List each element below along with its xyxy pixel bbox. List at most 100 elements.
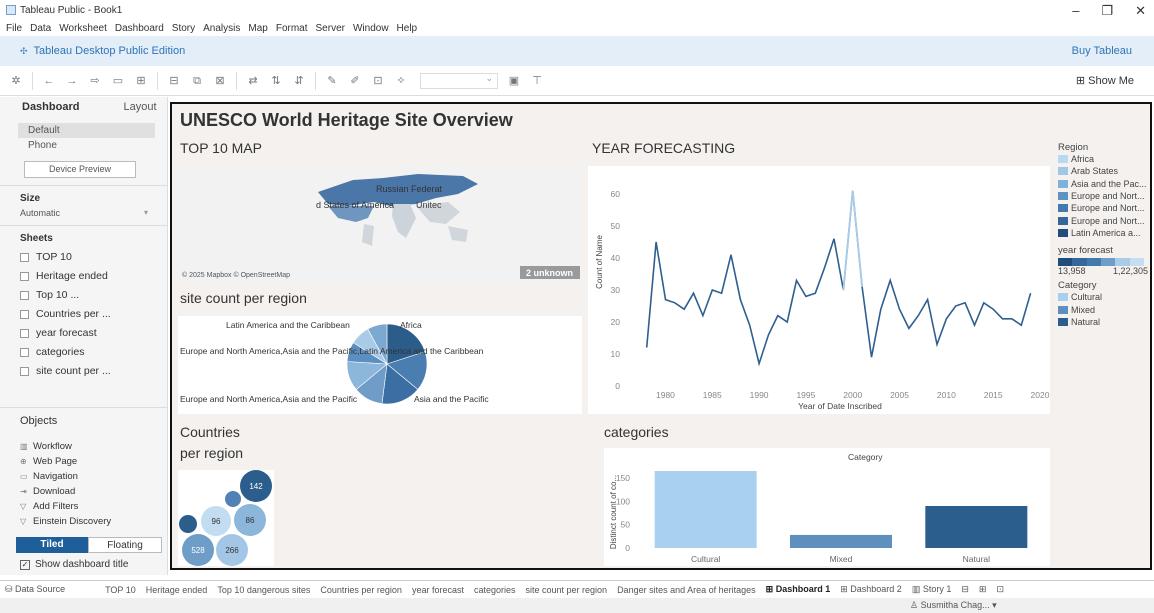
object-web-page[interactable]: ⊕ Web Page	[0, 454, 167, 469]
line-segment-highlight[interactable]	[842, 190, 863, 291]
forward-icon[interactable]: →	[65, 74, 79, 88]
legend-item[interactable]: Arab States	[1058, 165, 1150, 177]
sheet-item[interactable]: categories	[0, 343, 167, 362]
menu-data[interactable]: Data	[30, 23, 51, 34]
minimize-icon[interactable]: –	[1072, 3, 1079, 19]
menu-analysis[interactable]: Analysis	[203, 23, 240, 34]
story-tab[interactable]: ▥ Story 1	[907, 584, 957, 595]
user-menu[interactable]: ♙ Susmitha Chag... ▾	[910, 600, 997, 611]
legend-item[interactable]: Europe and Nort...	[1058, 214, 1150, 226]
sort-ascending-icon[interactable]: ⇅	[269, 74, 283, 88]
duplicate-icon[interactable]: ⧉	[190, 74, 204, 88]
sheet-tab[interactable]: year forecast	[407, 585, 469, 595]
new-sheet-icon[interactable]: ⊞	[134, 74, 148, 88]
pie-label: Africa	[400, 320, 422, 330]
menu-help[interactable]: Help	[397, 23, 418, 34]
dashboard-tab[interactable]: ⊞ Dashboard 2	[835, 584, 907, 595]
legend-item[interactable]: Latin America a...	[1058, 227, 1150, 239]
legend-item[interactable]: Natural	[1058, 316, 1150, 328]
sheet-tab[interactable]: Countries per region	[315, 585, 407, 595]
floating-button[interactable]: Floating	[88, 537, 162, 553]
pie-chart: Latin America and the Caribbean Africa E…	[180, 320, 489, 405]
sheet-tab[interactable]: Heritage ended	[141, 585, 213, 595]
sheet-item[interactable]: Countries per ...	[0, 305, 167, 324]
map-canvas: Russian Federat d States of America Unit…	[182, 174, 580, 279]
menu-server[interactable]: Server	[316, 23, 345, 34]
legend-swatch	[1058, 204, 1068, 213]
show-cards-icon[interactable]: ▣	[507, 74, 521, 88]
show-title-checkbox[interactable]: ✓	[20, 559, 30, 570]
menu-story[interactable]: Story	[172, 23, 195, 34]
object-download[interactable]: ⇥ Download	[0, 484, 167, 499]
bubble-label: 528	[191, 546, 205, 555]
dashboard-tab-active[interactable]: ⊞ Dashboard 1	[760, 584, 836, 595]
menu-window[interactable]: Window	[353, 23, 389, 34]
bubble[interactable]	[179, 515, 197, 533]
legend-item[interactable]: Asia and the Pac...	[1058, 178, 1150, 190]
group-icon[interactable]: ✐	[348, 74, 362, 88]
forecast-max: 1,22,305	[1112, 266, 1148, 277]
highlight-icon[interactable]: ✎	[325, 74, 339, 88]
buy-tableau-link[interactable]: Buy Tableau	[1072, 45, 1132, 57]
new-worksheet-tab-icon[interactable]: ⊟	[956, 584, 974, 595]
device-default[interactable]: Default	[18, 123, 155, 138]
object-add-filters[interactable]: ▽ Add Filters	[0, 499, 167, 514]
menu-format[interactable]: Format	[276, 23, 308, 34]
sheet-tab[interactable]: site count per region	[521, 585, 613, 595]
bubble[interactable]	[225, 491, 241, 507]
data-source-tab[interactable]: ⛁ Data Source	[0, 584, 70, 595]
device-phone[interactable]: Phone	[18, 138, 155, 153]
legend-item[interactable]: Africa	[1058, 153, 1150, 165]
presentation-icon[interactable]: ⊤	[530, 74, 544, 88]
sheet-item[interactable]: year forecast	[0, 324, 167, 343]
clear-sheet-icon[interactable]: ⊠	[213, 74, 227, 88]
fit-dropdown[interactable]	[420, 72, 498, 89]
labels-icon[interactable]: ⊡	[371, 74, 385, 88]
menu-worksheet[interactable]: Worksheet	[59, 23, 107, 34]
sheet-tab[interactable]: Top 10 dangerous sites	[212, 585, 315, 595]
device-preview-button[interactable]: Device Preview	[24, 161, 136, 178]
sheet-icon	[20, 291, 29, 300]
menu-file[interactable]: File	[6, 23, 22, 34]
connect-data-icon[interactable]: ⇨	[88, 74, 102, 88]
sheet-item[interactable]: TOP 10	[0, 248, 167, 267]
tab-layout[interactable]: Layout	[89, 101, 166, 113]
show-me-button[interactable]: ⊞ Show Me	[1076, 74, 1134, 87]
legend-item[interactable]: Europe and Nort...	[1058, 190, 1150, 202]
sort-descending-icon[interactable]: ⇵	[292, 74, 306, 88]
bar[interactable]	[925, 506, 1028, 548]
sheet-tab[interactable]: categories	[469, 585, 521, 595]
object-einstein-discovery[interactable]: ▽ Einstein Discovery	[0, 514, 167, 529]
filter-icon: ▽	[20, 502, 27, 511]
line-series[interactable]	[645, 190, 1032, 367]
new-dashboard-tab-icon[interactable]: ⊞	[974, 584, 992, 595]
top10-map[interactable]: Russian Federat d States of America Unit…	[178, 166, 582, 284]
size-select[interactable]: Automatic	[0, 208, 158, 218]
sheet-item[interactable]: Top 10 ...	[0, 286, 167, 305]
bubble-chart: 142 96 86 528 266	[179, 470, 272, 566]
sheet-tab[interactable]: TOP 10	[100, 585, 141, 595]
object-navigation[interactable]: ▭ Navigation	[0, 469, 167, 484]
sheet-tab[interactable]: Danger sites and Area of heritages	[612, 585, 761, 595]
bar[interactable]	[654, 471, 757, 548]
tiled-button[interactable]: Tiled	[16, 537, 88, 553]
legend-item[interactable]: Mixed	[1058, 303, 1150, 315]
object-workflow[interactable]: ▥ Workflow	[0, 439, 167, 454]
menu-map[interactable]: Map	[248, 23, 267, 34]
swap-icon[interactable]: ⇄	[246, 74, 260, 88]
menu-dashboard[interactable]: Dashboard	[115, 23, 164, 34]
tableau-home-icon[interactable]: ✲	[9, 74, 23, 88]
legend-item[interactable]: Europe and Nort...	[1058, 202, 1150, 214]
back-icon[interactable]: ←	[42, 74, 56, 88]
maximize-icon[interactable]: ❐	[1101, 3, 1113, 19]
sheet-item[interactable]: Heritage ended	[0, 267, 167, 286]
save-icon[interactable]: ▭	[111, 74, 125, 88]
sheet-item[interactable]: site count per ...	[0, 362, 167, 381]
bar[interactable]	[790, 534, 892, 548]
legend-item[interactable]: Cultural	[1058, 291, 1150, 303]
new-worksheet-icon[interactable]: ⊟	[167, 74, 181, 88]
pin-icon[interactable]: ✧	[394, 74, 408, 88]
tab-dashboard[interactable]: Dashboard	[0, 101, 89, 113]
close-icon[interactable]: ✕	[1135, 3, 1146, 19]
new-story-tab-icon[interactable]: ⊡	[991, 584, 1009, 595]
